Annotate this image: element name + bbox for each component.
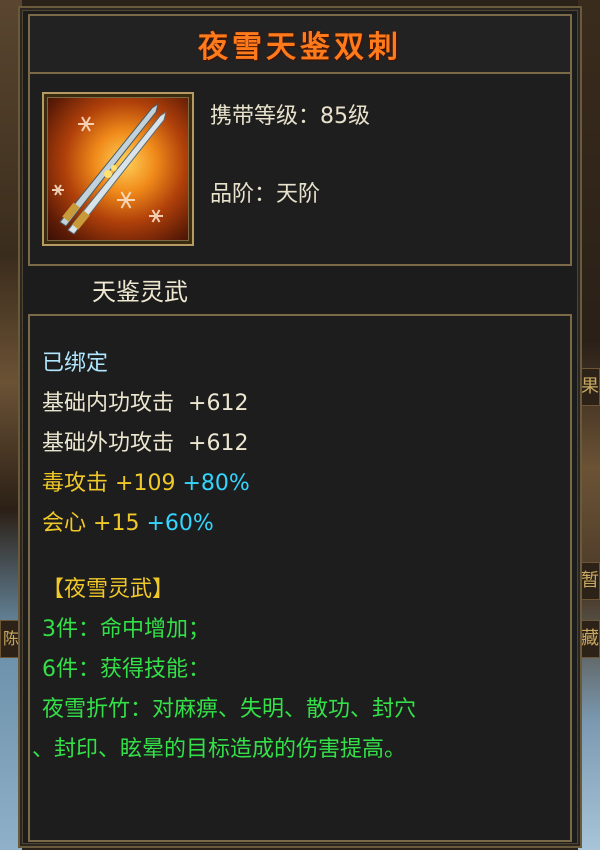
stat-value: +109 [115,471,176,496]
stat-value: +15 [93,511,140,536]
stat-row: 会心 +15 +60% [42,504,570,544]
stat-row: 基础外功攻击 +612 [42,424,570,464]
stat-label: 会心 [42,511,87,536]
set-skill-line: 、封印、眩晕的目标造成的伤害提高。 [32,737,407,762]
stat-row: 基础内功攻击 +612 [42,384,570,424]
set-bonus-3: 3件：命中增加； [42,617,210,642]
item-tooltip: 夜雪天鉴双刺 携带等级：85级 品阶：天阶 天鉴灵武 已绑定 基础内功攻击 +6… [18,6,582,848]
item-category-row: 天鉴灵武 [28,266,572,312]
tooltip-title-bar: 夜雪天鉴双刺 [28,14,572,74]
item-grade: 品阶：天阶 [210,182,321,207]
stat-label: 基础内功攻击 [42,391,175,416]
item-attributes: 已绑定 基础内功攻击 +612 基础外功攻击 +612 毒攻击 +109 +80… [28,314,572,842]
set-bonus-6: 6件：获得技能： [42,657,210,682]
stat-label: 基础外功攻击 [42,431,175,456]
item-category: 天鉴灵武 [92,277,188,306]
stat-bonus: +80% [182,471,250,496]
stat-bonus: +60% [146,511,214,536]
stat-label: 毒攻击 [42,471,109,496]
set-skill-line: 夜雪折竹：对麻痹、失明、散功、封穴 [42,697,417,722]
set-name: 【夜雪灵武】 [42,577,175,602]
item-name: 夜雪天鉴双刺 [198,30,402,65]
twin-daggers-icon [47,97,189,241]
item-icon-frame [42,92,194,246]
side-tab[interactable]: 陈 [0,620,20,658]
stat-value: +612 [188,431,249,456]
bound-status: 已绑定 [42,351,109,376]
item-info-box: 携带等级：85级 品阶：天阶 [28,74,572,266]
carry-level: 携带等级：85级 [210,104,370,129]
stat-value: +612 [188,391,249,416]
stat-row: 毒攻击 +109 +80% [42,464,570,504]
